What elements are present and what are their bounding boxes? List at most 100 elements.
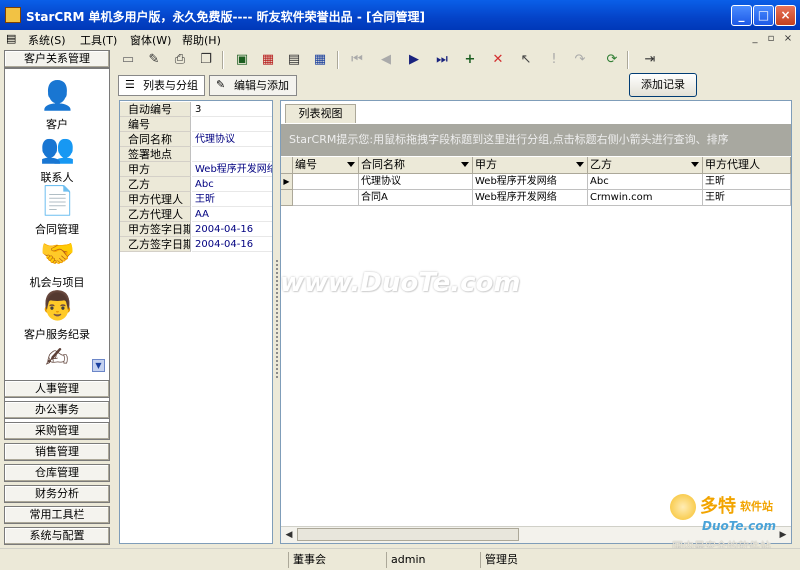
- group-office[interactable]: 办公事务: [4, 401, 110, 419]
- detail-row: 甲方代理人 王昕: [120, 192, 272, 207]
- scroll-left-icon[interactable]: ◀: [281, 528, 297, 543]
- detail-row: 编号: [120, 117, 272, 132]
- group-finance[interactable]: 财务分析: [4, 485, 110, 503]
- column-header-contract-name[interactable]: 合同名称: [359, 157, 473, 174]
- detail-label: 编号: [120, 117, 191, 132]
- detail-value[interactable]: [192, 147, 272, 162]
- service-icon: 👨: [40, 289, 75, 322]
- nav-label: 合同管理: [35, 223, 79, 236]
- menu-bar: ▤ 系统(S) 工具(T) 窗体(W) 帮助(H) _ ▫ ×: [0, 30, 800, 48]
- detail-value[interactable]: [192, 117, 272, 132]
- detail-label: 甲方: [120, 162, 191, 177]
- dropdown-arrow-icon[interactable]: [347, 162, 355, 167]
- detail-value[interactable]: Web程序开发网络: [192, 162, 272, 177]
- add-icon[interactable]: +: [460, 50, 480, 70]
- detail-row: 乙方 Abc: [120, 177, 272, 192]
- tab-list-view[interactable]: 列表视图: [285, 104, 356, 123]
- table-cell[interactable]: 代理协议: [359, 174, 473, 190]
- group-purchase[interactable]: 采购管理: [4, 422, 110, 440]
- detail-value[interactable]: AA: [192, 207, 272, 222]
- logo-sun-icon: [670, 494, 696, 520]
- first-record-icon[interactable]: ⏮: [347, 50, 367, 70]
- column-header-no[interactable]: 编号: [293, 157, 359, 174]
- copy-icon[interactable]: ❐: [196, 50, 216, 70]
- menu-system[interactable]: 系统(S): [28, 32, 66, 48]
- status-role: 管理员: [480, 552, 660, 568]
- detail-value[interactable]: 2004-04-16: [192, 222, 272, 237]
- table-row[interactable]: 合同A Web程序开发网络 Crmwin.com 王昕: [281, 190, 791, 206]
- table-cell[interactable]: Web程序开发网络: [473, 174, 588, 190]
- report-icon[interactable]: ▦: [258, 50, 278, 70]
- detail-value[interactable]: 代理协议: [192, 132, 272, 147]
- dropdown-arrow-icon[interactable]: [691, 162, 699, 167]
- next-record-icon[interactable]: ▶: [404, 50, 424, 70]
- tab-edit-add[interactable]: ✎ 编辑与添加: [209, 75, 297, 96]
- mdi-close-button[interactable]: ×: [781, 32, 795, 46]
- menu-tools[interactable]: 工具(T): [80, 32, 117, 48]
- column-header-party-a-agent[interactable]: 甲方代理人: [703, 157, 791, 174]
- table-cell[interactable]: 王昕: [703, 174, 791, 190]
- group-system[interactable]: 系统与配置: [4, 527, 110, 545]
- table-cell[interactable]: 合同A: [359, 190, 473, 206]
- table-cell[interactable]: Web程序开发网络: [473, 190, 588, 206]
- detail-value[interactable]: 3: [192, 102, 272, 117]
- minimize-button[interactable]: _: [731, 5, 752, 26]
- grid-icon[interactable]: ▦: [310, 50, 330, 70]
- nav-item-customer[interactable]: 👤 客户: [5, 79, 109, 132]
- exit-icon[interactable]: ⇥: [640, 50, 660, 70]
- table-row[interactable]: ▶ 代理协议 Web程序开发网络 Abc 王昕: [281, 174, 791, 190]
- app-icon[interactable]: [5, 7, 21, 23]
- column-header-party-a[interactable]: 甲方: [473, 157, 588, 174]
- undo-icon[interactable]: ↷: [570, 50, 590, 70]
- table-icon[interactable]: ▤: [284, 50, 304, 70]
- group-crm[interactable]: 客户关系管理: [4, 50, 110, 68]
- nav-item-opportunities[interactable]: 🤝 机会与项目: [5, 237, 109, 290]
- group-sales[interactable]: 销售管理: [4, 443, 110, 461]
- status-cell-empty: [112, 552, 292, 568]
- menu-help[interactable]: 帮助(H): [182, 32, 221, 48]
- dropdown-arrow-icon[interactable]: [576, 162, 584, 167]
- nav-item-contacts[interactable]: 👥 联系人: [5, 132, 109, 185]
- print-icon[interactable]: ⎙: [170, 50, 190, 70]
- edit-icon[interactable]: ✎: [144, 50, 164, 70]
- group-tools[interactable]: 常用工具栏: [4, 506, 110, 524]
- toolbar-separator: [627, 51, 629, 69]
- refresh-icon[interactable]: ⟳: [602, 50, 622, 70]
- group-by-hint[interactable]: StarCRM提示您:用鼠标拖拽字段标题到这里进行分组,点击标题右侧小箭头进行查…: [281, 124, 791, 156]
- delete-icon[interactable]: ✕: [488, 50, 508, 70]
- menu-window[interactable]: 窗体(W): [130, 32, 171, 48]
- chevron-down-icon[interactable]: ▼: [92, 359, 105, 372]
- detail-label: 签署地点: [120, 147, 191, 162]
- detail-value[interactable]: 王昕: [192, 192, 272, 207]
- table-cell[interactable]: 王昕: [703, 190, 791, 206]
- last-record-icon[interactable]: ⏭: [432, 50, 452, 70]
- nav-item-contracts[interactable]: 📄 合同管理: [5, 184, 109, 237]
- nav-item-service[interactable]: 👨 客户服务纪录: [5, 289, 109, 342]
- alert-icon[interactable]: !: [544, 50, 564, 70]
- table-cell[interactable]: [293, 174, 359, 190]
- open-icon[interactable]: ▭: [118, 50, 138, 70]
- dropdown-arrow-icon[interactable]: [461, 162, 469, 167]
- group-warehouse[interactable]: 仓库管理: [4, 464, 110, 482]
- mdi-child-icon[interactable]: ▤: [6, 32, 20, 46]
- maximize-button[interactable]: □: [753, 5, 774, 26]
- table-cell[interactable]: [293, 190, 359, 206]
- prev-record-icon[interactable]: ◀: [376, 50, 396, 70]
- close-button[interactable]: ×: [775, 5, 796, 26]
- group-hr[interactable]: 人事管理: [4, 380, 110, 398]
- detail-label: 甲方签字日期: [120, 222, 191, 237]
- detail-value[interactable]: Abc: [192, 177, 272, 192]
- scrollbar-thumb[interactable]: [297, 528, 519, 541]
- detail-value[interactable]: 2004-04-16: [192, 237, 272, 252]
- tab-list-group[interactable]: ☰ 列表与分组: [118, 75, 205, 96]
- column-header-party-b[interactable]: 乙方: [588, 157, 703, 174]
- pointer-icon[interactable]: ↖: [516, 50, 536, 70]
- table-cell[interactable]: Abc: [588, 174, 703, 190]
- logo-subtitle: 软件站: [740, 500, 773, 513]
- mdi-minimize-button[interactable]: _: [748, 32, 762, 46]
- table-cell[interactable]: Crmwin.com: [588, 190, 703, 206]
- column-label: 甲方: [475, 158, 497, 171]
- add-record-button[interactable]: 添加记录: [629, 73, 697, 97]
- window-icon[interactable]: ▣: [232, 50, 252, 70]
- mdi-restore-button[interactable]: ▫: [764, 32, 778, 46]
